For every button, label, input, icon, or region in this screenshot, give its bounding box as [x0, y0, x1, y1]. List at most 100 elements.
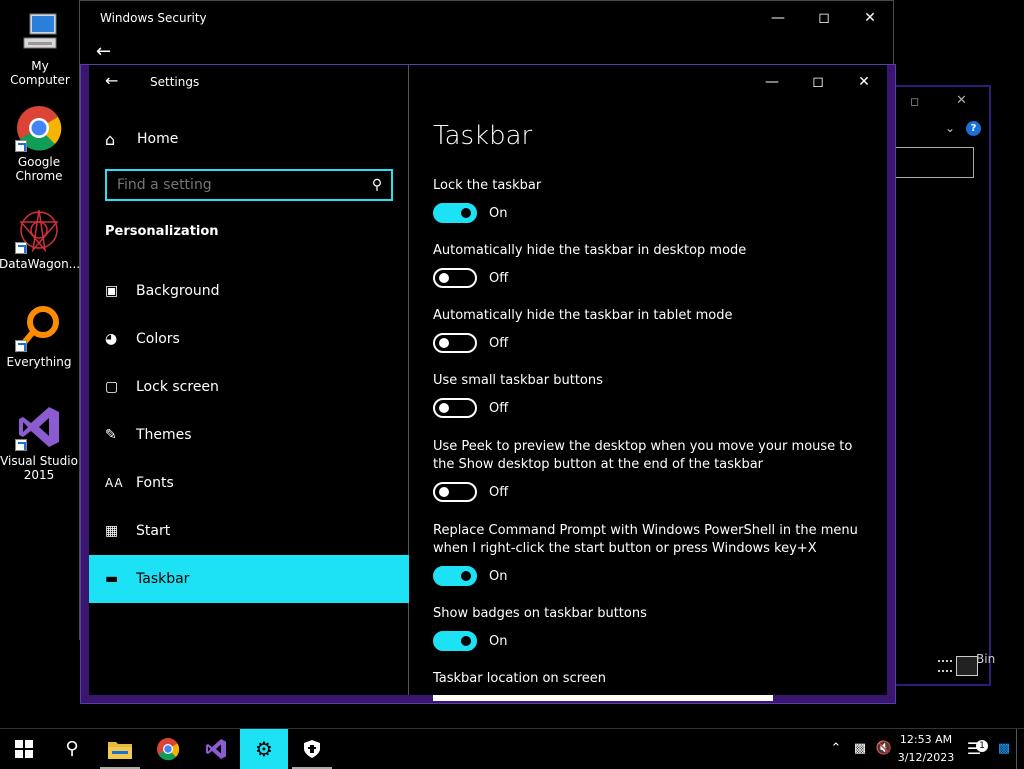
back-arrow-icon[interactable]: ← [105, 71, 118, 90]
desktop-icon-everything[interactable]: Everything [0, 304, 79, 369]
clock[interactable]: 12:53 AM 3/12/2023 [896, 731, 956, 767]
setting-label: Automatically hide the taskbar in tablet… [433, 308, 733, 323]
touch-keyboard-icon[interactable]: ▩ [992, 741, 1016, 756]
large-icons-view-icon[interactable] [956, 656, 978, 676]
nav-list: ▣ Background ◕ Colors ▢ Lock screen ✎ Th… [89, 267, 409, 603]
file-explorer-button[interactable] [96, 729, 144, 769]
windows-security-icon [304, 739, 320, 758]
background-window[interactable]: ◻ ✕ ⌄ ? Bin [880, 85, 995, 686]
toggle-state: Off [489, 335, 509, 351]
setting-badges: Show badges on taskbar buttons On [433, 605, 873, 651]
chevron-down-icon[interactable]: ⌄ [945, 121, 955, 135]
windows-security-taskbar-button[interactable] [288, 729, 336, 769]
autohide-tablet-toggle[interactable] [433, 333, 477, 353]
home-icon: ⌂ [105, 129, 116, 149]
nav-item-label: Lock screen [136, 379, 219, 395]
setting-peek: Use Peek to preview the desktop when you… [433, 438, 863, 502]
chrome-taskbar-button[interactable] [144, 729, 192, 769]
setting-label: Use small taskbar buttons [433, 373, 603, 388]
maximize-button[interactable]: ◻ [801, 1, 847, 35]
home-label: Home [137, 131, 179, 147]
small-buttons-toggle[interactable] [433, 398, 477, 418]
show-desktop-button[interactable] [1016, 728, 1024, 769]
nav-item-fonts[interactable]: A A Fonts [89, 459, 409, 507]
home-nav-item[interactable]: ⌂ Home [89, 123, 409, 155]
nav-item-label: Background [136, 283, 220, 299]
nav-item-start[interactable]: ▦ Start [89, 507, 409, 555]
nav-item-taskbar[interactable]: ▬ Taskbar [89, 555, 409, 603]
palette-icon: ◕ [105, 331, 118, 347]
visual-studio-icon [15, 403, 63, 451]
close-button[interactable]: ✕ [847, 1, 893, 35]
setting-label: Automatically hide the taskbar in deskto… [433, 243, 747, 258]
file-explorer-icon [108, 741, 132, 759]
search-box[interactable]: ⚲ [105, 169, 393, 201]
window-title: Settings [150, 75, 200, 89]
details-view-icon[interactable] [938, 660, 952, 672]
nav-item-label: Fonts [136, 475, 174, 491]
nav-item-background[interactable]: ▣ Background [89, 267, 409, 315]
back-arrow-icon[interactable]: ← [96, 41, 111, 62]
desktop-icon-label: Visual Studio 2015 [0, 454, 78, 482]
minimize-button[interactable]: — [755, 1, 801, 35]
visual-studio-taskbar-button[interactable] [192, 729, 240, 769]
close-button[interactable]: ✕ [841, 65, 887, 99]
lock-taskbar-toggle[interactable] [433, 203, 477, 223]
badges-toggle[interactable] [433, 631, 477, 651]
setting-label: Show badges on taskbar buttons [433, 606, 647, 621]
window-title: Windows Security [100, 11, 207, 25]
start-icon: ▦ [105, 523, 119, 539]
search-input[interactable] [107, 176, 363, 194]
setting-small-buttons: Use small taskbar buttons Off [433, 372, 873, 418]
start-button[interactable] [0, 729, 48, 769]
search-button[interactable]: ⚲ [48, 729, 96, 769]
action-center-button[interactable]: ☰ 1 [956, 739, 992, 758]
setting-label: Taskbar location on screen [433, 671, 607, 686]
maximize-button[interactable]: ◻ [795, 65, 841, 99]
help-icon[interactable]: ? [966, 121, 981, 136]
desktop-icon-label: DataWagon... [0, 257, 81, 271]
powershell-toggle[interactable] [433, 566, 477, 586]
setting-autohide-desktop: Automatically hide the taskbar in deskto… [433, 242, 873, 288]
autohide-desktop-toggle[interactable] [433, 268, 477, 288]
visual-studio-icon [206, 738, 226, 759]
volume-muted-icon[interactable]: 🔇 [872, 741, 896, 756]
desktop-icon-google-chrome[interactable]: Google Chrome [0, 104, 79, 183]
settings-taskbar-button[interactable]: ⚙ [240, 728, 288, 769]
clock-time: 12:53 AM [899, 732, 953, 746]
page-title: Taskbar [433, 121, 533, 151]
nav-item-themes[interactable]: ✎ Themes [89, 411, 409, 459]
nav-item-label: Taskbar [136, 571, 190, 587]
settings-content: — ◻ ✕ Taskbar Lock the taskbar On Automa… [409, 65, 887, 701]
desktop-icon-label: Google Chrome [15, 155, 63, 183]
chevron-up-icon[interactable]: ⌃ [824, 741, 848, 756]
nav-item-label: Start [136, 523, 171, 539]
toggle-state: Off [489, 400, 509, 416]
section-title: Personalization [105, 224, 219, 239]
settings-window[interactable]: ← Settings ⌂ Home ⚲ Personalization ▣ Ba… [80, 64, 896, 704]
toggle-state: Off [489, 270, 509, 286]
network-icon[interactable]: ▩ [848, 741, 872, 756]
desktop-icon-datawagon[interactable]: DataWagon... [0, 206, 81, 271]
minimize-button[interactable]: — [749, 65, 795, 99]
close-button[interactable]: ✕ [956, 93, 967, 108]
toggle-state: Off [489, 484, 509, 500]
chrome-icon [157, 737, 180, 760]
desktop-icon-visual-studio[interactable]: Visual Studio 2015 [0, 403, 79, 482]
nav-item-colors[interactable]: ◕ Colors [89, 315, 409, 363]
search-icon[interactable]: ⚲ [363, 177, 391, 193]
maximize-button[interactable]: ◻ [910, 95, 919, 108]
notification-count: 1 [976, 740, 988, 752]
everything-icon [15, 304, 63, 352]
chrome-icon [15, 104, 63, 152]
peek-toggle[interactable] [433, 482, 477, 502]
toggle-state: On [489, 633, 508, 649]
taskbar: ⚲ ⚙ ⌃ ▩ 🔇 12:53 AM 3/12/2023 ☰ 1 ▩ [0, 728, 1024, 769]
settings-gear-icon: ⚙ [255, 736, 273, 761]
location-dropdown[interactable] [433, 695, 773, 701]
setting-autohide-tablet: Automatically hide the taskbar in tablet… [433, 307, 873, 353]
setting-location: Taskbar location on screen [433, 670, 873, 688]
nav-item-lock-screen[interactable]: ▢ Lock screen [89, 363, 409, 411]
desktop-icon-my-computer[interactable]: My Computer [0, 8, 80, 87]
toggle-state: On [489, 205, 508, 221]
